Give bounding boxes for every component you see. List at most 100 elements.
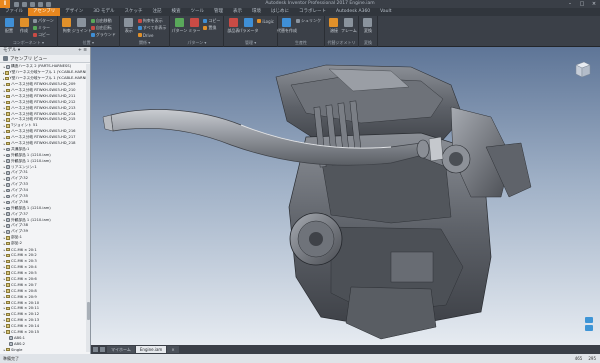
ribbon-button[interactable]: 溶接 <box>328 18 340 40</box>
ribbon-button[interactable]: 配置 <box>3 18 15 40</box>
browser-scrollbar[interactable] <box>86 64 90 352</box>
ribbon-button[interactable]: 表示 <box>123 18 135 40</box>
new-icon[interactable] <box>14 1 19 7</box>
app-logo[interactable]: I <box>0 0 10 8</box>
ribbon-button[interactable]: 作成 <box>18 18 30 40</box>
ribbon-group-label[interactable]: 変換 <box>359 40 377 46</box>
tool-icon <box>363 18 373 27</box>
folder-icon <box>6 306 10 311</box>
ribbon-small-button[interactable]: 拘束を表示 <box>137 18 167 24</box>
open-icon[interactable] <box>22 1 27 7</box>
ribbon-small-button[interactable]: ミラー <box>33 25 54 31</box>
menu-icon[interactable]: ≡ <box>83 48 87 53</box>
ribbon-small-button[interactable]: Drive <box>137 32 167 38</box>
browser-node[interactable]: ▸ ハーネス分岐 RTWKH-SW03-HD_212 <box>0 99 86 105</box>
viewcube[interactable] <box>572 59 592 79</box>
tab-engine-assembly[interactable]: Engine.iam <box>135 346 167 353</box>
folder-icon <box>6 94 10 99</box>
tab-close-icon[interactable]: × <box>167 346 179 353</box>
ribbon-small-button[interactable]: 自由回転 <box>90 25 116 31</box>
browser-node-label: 部品:2 <box>11 241 22 246</box>
ribbon-small-button[interactable]: 自由移動 <box>90 18 116 24</box>
ribbon-button[interactable]: 変換 <box>362 18 374 40</box>
ribbon-tab[interactable]: Vault <box>375 8 396 16</box>
tool-icon <box>90 33 95 37</box>
ribbon-tab[interactable]: はじめに <box>266 8 294 16</box>
browser-node[interactable]: ▸Y型ハーネス分岐ケーブル 1 (Y-CABLE-HARNESS-01_2) <box>0 70 86 76</box>
ribbon-group-label[interactable]: コンポーネント ▾ <box>0 40 57 46</box>
ribbon-button[interactable]: パターン <box>171 18 188 40</box>
ribbon-small-button[interactable]: すべて非表示 <box>137 25 167 31</box>
ribbon-button[interactable]: フレーム <box>341 18 357 40</box>
ribbon-tab[interactable]: Autodesk A360 <box>331 8 375 16</box>
pan-icon[interactable] <box>585 325 593 331</box>
ribbon-small-button[interactable]: グラウンド <box>90 32 116 38</box>
ribbon-button[interactable]: 代替を作成 <box>277 18 297 40</box>
ribbon-tab[interactable]: 管理 <box>209 8 228 16</box>
browser-node[interactable]: ▸ ハーネス分岐 RTWKH-SW03-HD_213 <box>0 105 86 111</box>
tab-nav-left-icon[interactable] <box>93 347 98 352</box>
undo-icon[interactable] <box>38 1 43 7</box>
browser-node[interactable]: ▸ ハーネス分岐 RTWKH-SW03-HD_211 <box>0 93 86 99</box>
ribbon-tab[interactable]: ツール <box>186 8 210 16</box>
folder-icon <box>6 82 10 87</box>
tool-icon <box>137 33 142 37</box>
ribbon-group-label[interactable]: 管理 ▾ <box>224 40 277 46</box>
ribbon-button[interactable]: ミラー <box>188 18 200 40</box>
ribbon-small-button[interactable]: 置換 <box>203 25 220 31</box>
engine-model-render[interactable] <box>91 47 600 345</box>
browser-title[interactable]: モデル ▾ <box>3 47 20 55</box>
ribbon-tab[interactable]: デザイン <box>60 8 88 16</box>
ribbon-tab[interactable]: 注記 <box>148 8 167 16</box>
ribbon-tab[interactable]: コラボレート <box>294 8 331 16</box>
ribbon-button[interactable]: パラメータ <box>238 18 258 40</box>
ribbon-tab[interactable]: 検査 <box>167 8 186 16</box>
ribbon-tab[interactable]: スケッチ <box>120 8 148 16</box>
redo-icon[interactable] <box>46 1 51 7</box>
browser-node-label: パイプ:39 <box>11 229 28 234</box>
ribbon-button-label: パターン <box>171 28 188 33</box>
ribbon-tab[interactable]: 3D モデル <box>88 8 119 16</box>
maximize-button[interactable]: □ <box>578 1 586 7</box>
ribbon-small-button[interactable]: コピー <box>33 32 54 38</box>
tool-icon <box>257 19 262 23</box>
ribbon-group-label[interactable]: 位置 ▾ <box>58 40 119 46</box>
graphics-viewport[interactable] <box>91 47 600 345</box>
ribbon-tab[interactable]: アセンブリ <box>28 8 61 16</box>
browser-node[interactable]: ▸ ハーネス分岐 RTWKH-SW03-HD_210 <box>0 88 86 94</box>
filter-icon[interactable] <box>3 56 8 61</box>
save-icon[interactable] <box>30 1 35 7</box>
minimize-button[interactable]: – <box>566 1 574 7</box>
tool-icon <box>137 26 142 30</box>
browser-node[interactable]: ▸ ハーネス分岐 RTWKH-SW03-HD_216 <box>0 129 86 135</box>
scrollbar-thumb[interactable] <box>86 302 90 320</box>
ribbon-small-label: すべて非表示 <box>142 25 167 30</box>
tool-icon <box>62 18 72 27</box>
browser-node-label: ABS:1 <box>14 335 25 340</box>
tab-my-home[interactable]: マイホーム <box>107 346 135 353</box>
ribbon-tab[interactable]: 環境 <box>247 8 266 16</box>
ribbon-group-label[interactable]: パターン ▾ <box>170 40 223 46</box>
ribbon-group-label[interactable]: 関係 ▾ <box>120 40 170 46</box>
close-button[interactable]: × <box>590 1 598 7</box>
ribbon-small-button[interactable]: iLogic <box>257 18 274 24</box>
ribbon-tab[interactable]: 表示 <box>228 8 247 16</box>
browser-node[interactable]: ▸Y型ハーネス分岐ケーブル 1 (Y-CABLE-HARNESS-01_2) <box>0 76 86 82</box>
steering-wheel-icon[interactable] <box>585 317 593 323</box>
browser-node[interactable]: ▸ ハーネス分岐 RTWKH-SW03-HD_218 <box>0 141 86 147</box>
ribbon-group-label[interactable]: 生産性 <box>278 40 324 46</box>
browser-node[interactable]: ▸ Single <box>0 347 86 352</box>
browser-node[interactable]: ▸ ハーネス分岐 RTWKH-SW03-HD_217 <box>0 135 86 141</box>
ribbon-group-label[interactable]: 代替ジオメトリ <box>325 40 358 46</box>
ribbon-small-button[interactable]: コピー <box>203 18 220 24</box>
ribbon-button-label: フレーム <box>341 28 357 33</box>
ribbon-tab[interactable]: ファイル <box>0 8 28 16</box>
ribbon-button[interactable]: ジョイント <box>72 18 92 40</box>
browser-node[interactable]: ▸ ハーネス分岐 RTWKH-SW03-HD_209 <box>0 82 86 88</box>
tab-nav-right-icon[interactable] <box>100 347 105 352</box>
assembly-view-label[interactable]: アセンブリ ビュー <box>10 56 47 62</box>
add-icon[interactable]: + <box>78 48 82 53</box>
ribbon-small-button[interactable]: パターン <box>33 18 54 24</box>
ribbon-small-button[interactable]: シュリンク <box>295 18 321 24</box>
part-icon <box>6 165 10 169</box>
